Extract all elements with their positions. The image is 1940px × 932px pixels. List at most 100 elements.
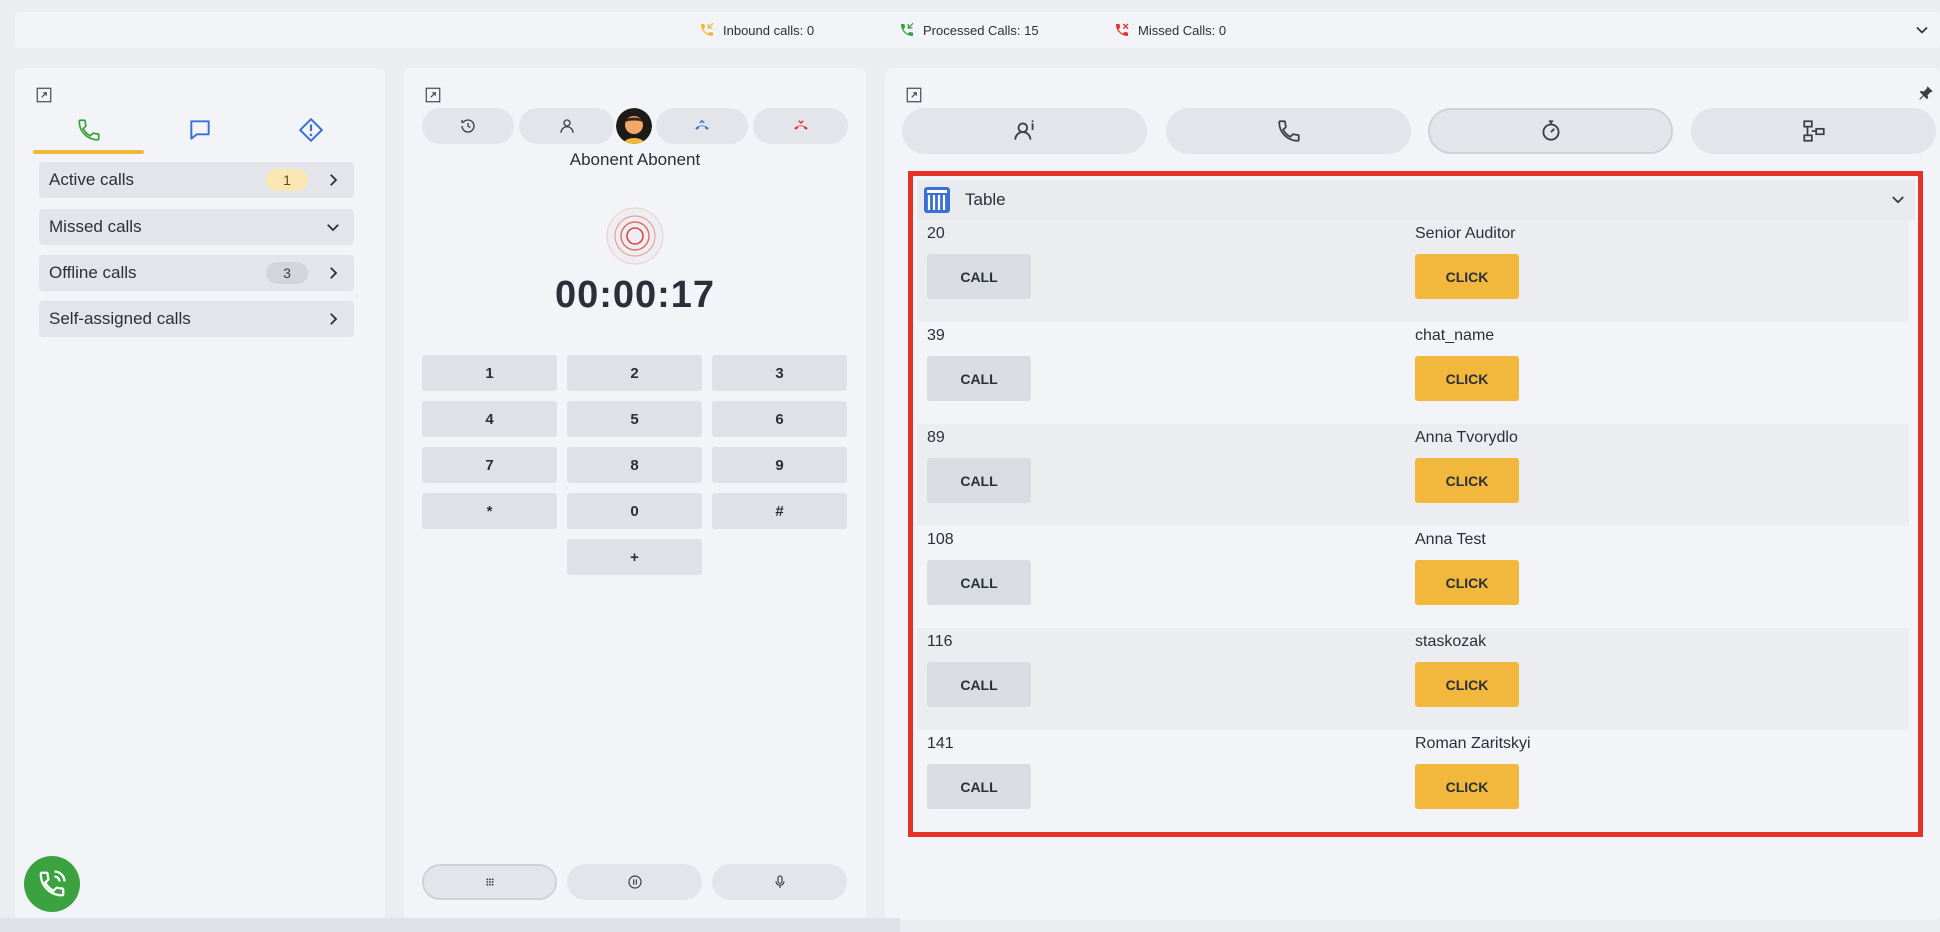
table-header[interactable]: Table (917, 180, 1915, 220)
click-button[interactable]: CLICK (1415, 662, 1519, 707)
flow-icon (1802, 120, 1825, 142)
phone-call-icon (39, 870, 66, 897)
softphone-button[interactable] (24, 856, 80, 912)
click-button[interactable]: CLICK (1415, 560, 1519, 605)
row-name: chat_name (1415, 327, 1495, 344)
user-icon (559, 119, 574, 133)
key-2[interactable]: 2 (567, 355, 702, 391)
row-name: staskozak (1415, 633, 1487, 650)
key-4[interactable]: 4 (422, 401, 557, 437)
active-calls-badge: 1 (266, 169, 308, 191)
calls-panel: Active calls 1 Missed calls Offline call… (15, 68, 385, 920)
missed-calls-stat: Missed Calls: 0 (1114, 12, 1226, 48)
key-7[interactable]: 7 (422, 447, 557, 483)
chevron-right-icon (330, 174, 338, 186)
row-name: Roman Zaritskyi (1415, 735, 1531, 752)
click-button[interactable]: CLICK (1415, 764, 1519, 809)
key-plus[interactable]: + (567, 539, 702, 575)
tab-chats[interactable] (144, 106, 255, 154)
chevron-down-icon[interactable] (1912, 20, 1932, 40)
chevron-down-icon[interactable] (1889, 191, 1907, 209)
expand-icon[interactable] (424, 86, 442, 104)
details-panel: Table 20 Senior Auditor CALL CLICK 39 ch… (885, 68, 1940, 920)
dialer-panel: Abonent Abonent 00:00:17 1 2 3 4 5 6 7 8… (404, 68, 866, 920)
history-button[interactable] (422, 108, 514, 144)
key-8[interactable]: 8 (567, 447, 702, 483)
tab-operator-info[interactable] (902, 108, 1147, 154)
history-icon (461, 119, 475, 133)
status-bar: Inbound calls: 0 Processed Calls: 15 Mis… (15, 12, 1940, 48)
transfer-button[interactable] (656, 108, 748, 144)
call-button[interactable]: CALL (927, 254, 1031, 299)
key-hash[interactable]: # (712, 493, 847, 529)
key-star[interactable]: * (422, 493, 557, 529)
call-button[interactable]: CALL (927, 458, 1031, 503)
chat-icon (189, 120, 210, 140)
tab-timer[interactable] (1428, 108, 1673, 154)
inbound-calls-label: Inbound calls: 0 (723, 22, 815, 38)
table-row: 116 staskozak CALL CLICK (917, 628, 1909, 730)
table-icon (924, 187, 950, 213)
row-id: 89 (927, 429, 945, 446)
hangup-button[interactable] (753, 108, 848, 144)
hold-button[interactable] (567, 864, 702, 900)
key-3[interactable]: 3 (712, 355, 847, 391)
transfer-call-icon (695, 119, 709, 130)
inbound-call-icon (701, 22, 714, 36)
inbound-calls-stat: Inbound calls: 0 (699, 12, 814, 48)
expand-icon[interactable] (905, 86, 923, 104)
chevron-right-icon (330, 313, 338, 325)
row-id: 20 (927, 225, 945, 242)
row-name: Senior Auditor (1415, 225, 1516, 242)
table-row: 39 chat_name CALL CLICK (917, 322, 1909, 424)
processed-call-icon (901, 22, 914, 36)
key-1[interactable]: 1 (422, 355, 557, 391)
key-9[interactable]: 9 (712, 447, 847, 483)
offline-calls-badge: 3 (266, 262, 308, 284)
call-button[interactable]: CALL (927, 356, 1031, 401)
call-controls (422, 108, 848, 144)
stopwatch-icon (1541, 120, 1560, 141)
microphone-icon (774, 875, 785, 888)
call-button[interactable]: CALL (927, 560, 1031, 605)
click-button[interactable]: CLICK (1415, 356, 1519, 401)
row-name: Anna Test (1415, 531, 1486, 548)
chevron-down-icon (327, 224, 339, 232)
tab-scenario[interactable] (1691, 108, 1936, 154)
call-timer: 00:00:17 (554, 274, 716, 316)
panel-tabs (33, 106, 367, 154)
click-button[interactable]: CLICK (1415, 254, 1519, 299)
expand-icon[interactable] (35, 86, 53, 104)
active-calls-item[interactable]: Active calls 1 (39, 162, 354, 198)
missed-calls-item[interactable]: Missed calls (39, 209, 354, 245)
phone-icon (77, 119, 100, 141)
pin-icon[interactable] (1917, 84, 1935, 102)
active-calls-label: Active calls (49, 170, 135, 189)
call-button[interactable]: CALL (927, 764, 1031, 809)
key-5[interactable]: 5 (567, 401, 702, 437)
offline-calls-item[interactable]: Offline calls 3 (39, 255, 354, 291)
key-6[interactable]: 6 (712, 401, 847, 437)
table-title: Table (965, 190, 1006, 209)
keypad-icon (485, 878, 494, 886)
mute-button[interactable] (712, 864, 847, 900)
alert-diamond-icon (298, 118, 323, 142)
table-row: 20 Senior Auditor CALL CLICK (917, 220, 1909, 322)
processed-calls-label: Processed Calls: 15 (923, 22, 1039, 38)
chevron-right-icon (330, 267, 338, 279)
row-id: 116 (927, 633, 953, 650)
table-row: 141 Roman Zaritskyi CALL CLICK (917, 730, 1909, 832)
call-button[interactable]: CALL (927, 662, 1031, 707)
tab-calls[interactable] (33, 106, 144, 154)
tab-call[interactable] (1166, 108, 1411, 154)
table-widget: Table 20 Senior Auditor CALL CLICK 39 ch… (908, 171, 1923, 837)
keypad-toggle-button[interactable] (422, 864, 557, 900)
key-0[interactable]: 0 (567, 493, 702, 529)
offline-calls-label: Offline calls (49, 263, 137, 282)
tab-alerts[interactable] (255, 106, 366, 154)
click-button[interactable]: CLICK (1415, 458, 1519, 503)
self-assigned-calls-item[interactable]: Self-assigned calls (39, 301, 354, 337)
contact-button[interactable] (519, 108, 614, 144)
recording-indicator-icon (606, 207, 664, 265)
row-id: 141 (927, 735, 954, 752)
